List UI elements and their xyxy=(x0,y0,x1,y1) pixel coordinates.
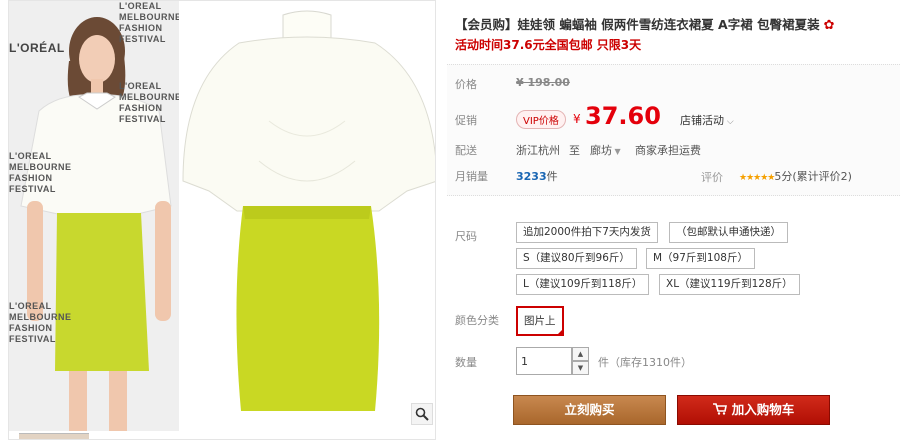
ship-to-city: 廊坊 xyxy=(590,144,612,157)
rating-text: 5分(累计评价2) xyxy=(774,170,852,183)
event-logo: L'OREAL MELBOURNE FASHION FESTIVAL xyxy=(9,151,72,194)
product-photo xyxy=(179,1,435,439)
size-label: 尺码 xyxy=(455,230,477,243)
vip-badge: VIP价格 xyxy=(516,110,566,129)
magnifier-icon xyxy=(415,407,429,421)
buy-now-button[interactable]: 立刻购买 xyxy=(513,395,666,425)
sales-count-wrapper: 3233件 xyxy=(516,168,558,184)
sales-count: 3233 xyxy=(516,170,547,183)
product-title-text: 【会员购】娃娃领 蝙蝠袖 假两件雪纺连衣裙夏 A字裙 包臀裙夏装 xyxy=(455,17,820,32)
rating-label: 评价 xyxy=(701,171,723,184)
sponsor-wall-logo: L'ORÉAL xyxy=(9,41,65,55)
quantity-label: 数量 xyxy=(455,356,477,369)
size-option[interactable]: S（建议80斤到96斤） xyxy=(516,248,637,269)
stock-text: 件（库存1310件） xyxy=(598,356,692,369)
chevron-down-icon: ⌵ xyxy=(724,117,734,127)
dress-illustration xyxy=(182,10,435,411)
product-info: 【会员购】娃娃领 蝙蝠袖 假两件雪纺连衣裙夏 A字裙 包臀裙夏装 ✿ 活动时间37… xyxy=(447,0,900,440)
event-logo: L'OREAL MELBOURNE FASHION FESTIVAL xyxy=(119,81,179,124)
original-price-label: 价格 xyxy=(455,78,477,91)
promotion-label: 促销 xyxy=(455,114,477,127)
currency-symbol: ¥ xyxy=(573,112,581,126)
ship-to-word: 至 xyxy=(569,144,580,157)
model-photo: L'ORÉAL L'OREAL MELBOURNE FASHION FESTIV… xyxy=(9,1,179,431)
size-option[interactable]: 追加2000件拍下7天内发货 xyxy=(516,222,658,243)
color-label: 颜色分类 xyxy=(455,314,499,327)
price-box: 价格 ¥ 198.00 促销 VIP价格 ¥ 37.60 店铺活动 ⌵ 配送 浙… xyxy=(447,64,900,196)
store-promo-label: 店铺活动 xyxy=(680,114,724,127)
color-option-label: 图片上 xyxy=(524,315,556,327)
rating-stars-icon: ★★★★★ xyxy=(739,173,775,183)
vip-price: 37.60 xyxy=(585,102,661,130)
ship-from: 浙江杭州 xyxy=(516,144,560,157)
add-to-cart-button[interactable]: 加入购物车 xyxy=(677,395,830,425)
event-logo: L'OREAL MELBOURNE FASHION FESTIVAL xyxy=(119,1,179,44)
sales-unit: 件 xyxy=(546,170,558,183)
shipping-label: 配送 xyxy=(455,144,477,157)
quantity-decrease-button[interactable]: ▼ xyxy=(572,361,589,375)
rose-icon: ✿ xyxy=(823,18,835,33)
model-illustration xyxy=(9,1,179,431)
sales-label: 月销量 xyxy=(455,170,488,183)
add-to-cart-label: 加入购物车 xyxy=(731,402,795,417)
original-price: ¥ 198.00 xyxy=(516,76,570,89)
product-gallery: L'ORÉAL L'OREAL MELBOURNE FASHION FESTIV… xyxy=(8,0,436,440)
ship-to-selector[interactable]: 廊坊 ▼ xyxy=(590,142,621,158)
quantity-increase-button[interactable]: ▲ xyxy=(572,347,589,361)
size-option[interactable]: XL（建议119斤到128斤） xyxy=(659,274,800,295)
product-title: 【会员购】娃娃领 蝙蝠袖 假两件雪纺连衣裙夏 A字裙 包臀裙夏装 ✿ xyxy=(455,14,895,33)
rating-link[interactable]: ★★★★★5分(累计评价2) xyxy=(739,168,852,184)
size-option[interactable]: M（97斤到108斤） xyxy=(646,248,755,269)
event-logo: L'OREAL MELBOURNE FASHION FESTIVAL xyxy=(9,301,72,344)
promo-text: 活动时间37.6元全国包邮 只限3天 xyxy=(455,38,642,52)
color-option-selected[interactable]: 图片上 xyxy=(516,306,564,336)
quantity-input[interactable]: 1 xyxy=(516,347,572,375)
cart-icon xyxy=(712,403,727,415)
shipping-fee: 商家承担运费 xyxy=(635,144,701,157)
size-option[interactable]: L（建议109斤到118斤） xyxy=(516,274,650,295)
zoom-button[interactable] xyxy=(411,403,433,425)
triangle-down-icon: ▼ xyxy=(612,147,621,156)
store-promo-dropdown[interactable]: 店铺活动 ⌵ xyxy=(680,112,734,128)
size-option[interactable]: （包邮默认申通快递） xyxy=(669,222,788,243)
selected-check-icon xyxy=(555,328,564,336)
thumbnail-strip[interactable] xyxy=(19,433,89,439)
